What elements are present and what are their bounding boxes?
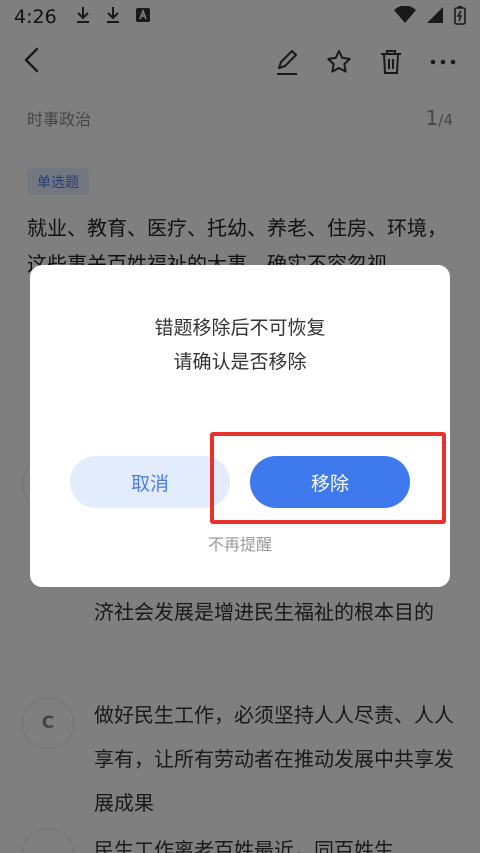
confirm-remove-dialog: 错题移除后不可恢复 请确认是否移除 取消 移除 不再提醒 [30,265,450,587]
dialog-message-line2: 请确认是否移除 [173,351,307,373]
highlight-box [210,432,446,524]
dialog-message-line1: 错题移除后不可恢复 [154,317,326,339]
no-remind-link[interactable]: 不再提醒 [30,531,450,555]
cancel-button[interactable]: 取消 [70,456,230,508]
dialog-message: 错题移除后不可恢复 请确认是否移除 [30,311,450,379]
